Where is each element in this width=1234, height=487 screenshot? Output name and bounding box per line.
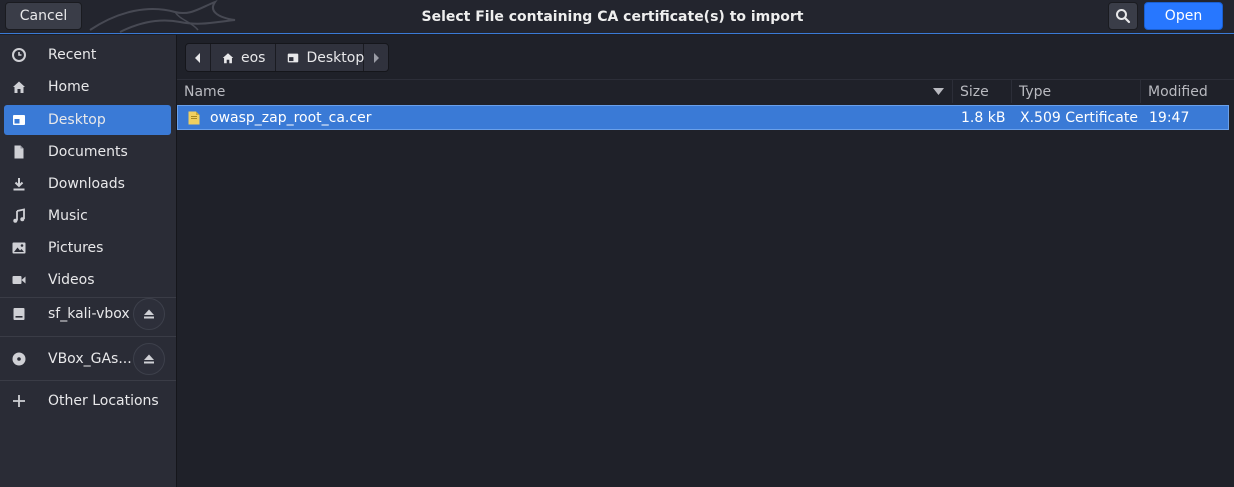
- column-header-modified[interactable]: Modified: [1141, 80, 1229, 103]
- sidebar-item-label: VBox_GAs...: [48, 351, 132, 367]
- cancel-button[interactable]: Cancel: [5, 2, 82, 30]
- table-row[interactable]: owasp_zap_root_ca.cer 1.8 kB X.509 Certi…: [177, 105, 1229, 130]
- search-button[interactable]: [1108, 2, 1138, 30]
- file-chooser-dialog: Cancel Select File containing CA certifi…: [0, 0, 1234, 487]
- sidebar-item-home[interactable]: Home: [4, 72, 171, 102]
- sidebar-item-pictures[interactable]: Pictures: [4, 233, 171, 263]
- file-type: X.509 Certificate: [1020, 109, 1138, 126]
- path-forward-button[interactable]: [364, 44, 389, 71]
- sort-descending-icon: [933, 88, 944, 95]
- home-icon: [11, 79, 27, 95]
- sidebar-item-downloads[interactable]: Downloads: [4, 169, 171, 199]
- sidebar-item-label: Recent: [48, 47, 97, 63]
- sidebar-item-label: Music: [48, 208, 88, 224]
- sidebar-item-documents[interactable]: Documents: [4, 137, 171, 167]
- eject-icon: [144, 354, 154, 364]
- sidebar-item-label: sf_kali-vbox: [48, 306, 130, 322]
- sidebar-item-videos[interactable]: Videos: [4, 265, 171, 295]
- sidebar-item-label: Other Locations: [48, 393, 159, 409]
- places-sidebar: Recent Home Desktop Documents Downloads: [0, 35, 177, 487]
- column-header-type[interactable]: Type: [1012, 80, 1140, 103]
- search-icon: [1116, 9, 1131, 24]
- eject-button[interactable]: [133, 343, 165, 375]
- sidebar-item-recent[interactable]: Recent: [4, 40, 171, 70]
- path-bar: eos Desktop: [185, 43, 390, 72]
- column-header-label: Type: [1019, 83, 1052, 100]
- sidebar-item-label: Pictures: [48, 240, 104, 256]
- eject-button[interactable]: [133, 298, 165, 330]
- chevron-left-icon: [195, 52, 200, 63]
- file-name: owasp_zap_root_ca.cer: [210, 109, 372, 126]
- picture-icon: [11, 240, 27, 256]
- dialog-title: Select File containing CA certificate(s)…: [421, 8, 804, 25]
- file-browser: eos Desktop Name Size Type Modified owas…: [177, 35, 1234, 487]
- scrollbar[interactable]: [1229, 80, 1234, 487]
- path-back-button[interactable]: [186, 44, 211, 71]
- sidebar-item-label: Downloads: [48, 176, 125, 192]
- open-button-label: Open: [1164, 8, 1203, 24]
- desktop-icon: [11, 112, 27, 128]
- column-header-size[interactable]: Size: [953, 80, 1011, 103]
- document-icon: [11, 144, 27, 160]
- chevron-right-icon: [374, 52, 380, 63]
- music-icon: [11, 208, 27, 224]
- eject-icon: [144, 309, 154, 319]
- sidebar-item-music[interactable]: Music: [4, 201, 171, 231]
- plus-icon: [11, 393, 27, 409]
- sidebar-item-sf-kali-vbox[interactable]: sf_kali-vbox: [4, 298, 171, 330]
- path-segment-label: Desktop: [306, 49, 365, 66]
- sidebar-item-desktop[interactable]: Desktop: [4, 105, 171, 135]
- column-header-label: Modified: [1148, 83, 1208, 100]
- cancel-button-label: Cancel: [19, 8, 68, 24]
- home-icon: [221, 51, 235, 65]
- column-header-label: Size: [960, 83, 989, 100]
- path-segment-home[interactable]: eos: [211, 44, 277, 71]
- sidebar-item-label: Desktop: [48, 112, 106, 128]
- path-segment-label: eos: [241, 49, 266, 66]
- column-header-label: Name: [184, 83, 226, 100]
- sidebar-item-other-locations[interactable]: Other Locations: [4, 386, 171, 416]
- sidebar-separator: [0, 380, 176, 381]
- desktop-icon: [286, 51, 300, 65]
- file-size: 1.8 kB: [961, 109, 1006, 126]
- video-icon: [11, 272, 27, 288]
- column-header-name[interactable]: Name: [177, 80, 952, 103]
- file-modified: 19:47: [1149, 109, 1190, 126]
- sidebar-separator: [0, 336, 176, 337]
- download-icon: [11, 176, 27, 192]
- sidebar-item-label: Documents: [48, 144, 128, 160]
- clock-icon: [11, 47, 27, 63]
- disc-icon: [11, 351, 27, 367]
- drive-icon: [11, 306, 27, 322]
- path-segment-desktop[interactable]: Desktop: [276, 44, 365, 71]
- sidebar-item-label: Videos: [48, 272, 95, 288]
- sidebar-item-label: Home: [48, 79, 90, 95]
- open-button[interactable]: Open: [1144, 2, 1223, 30]
- header-bar: Cancel Select File containing CA certifi…: [0, 0, 1234, 34]
- sidebar-item-vbox-gas[interactable]: VBox_GAs...: [4, 343, 171, 375]
- file-icon: [188, 106, 200, 129]
- kali-dragon-watermark: [89, 0, 236, 33]
